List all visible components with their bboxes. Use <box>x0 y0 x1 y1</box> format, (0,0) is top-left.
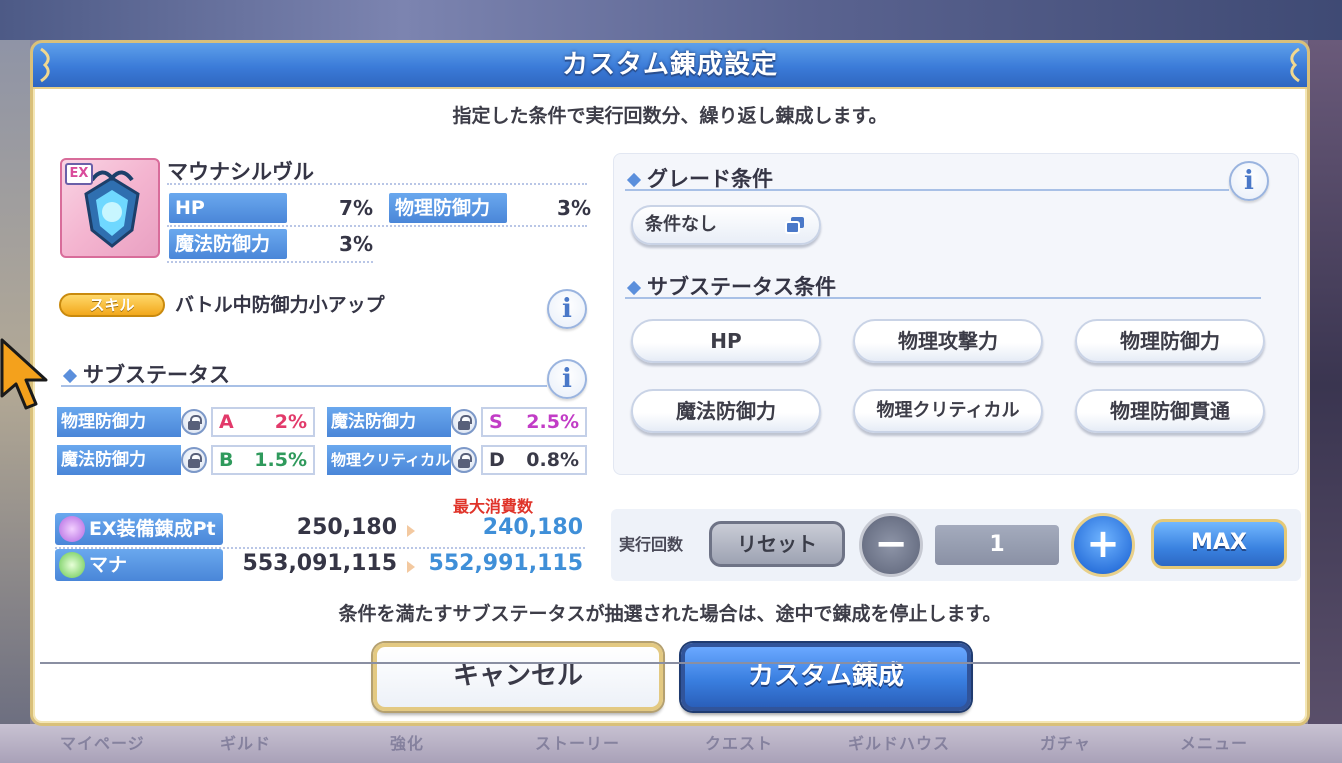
substat-label: 魔法防御力 <box>57 445 181 475</box>
max-consume-label: 最大消費数 <box>453 497 534 516</box>
substat-label: 魔法防御力 <box>327 407 451 437</box>
background-header <box>0 0 1342 40</box>
stat-value: 3% <box>339 232 373 256</box>
substat-value-box: S 2.5% <box>481 407 587 437</box>
substat-value: 1.5% <box>254 449 307 471</box>
dialog-header: カスタム錬成設定 <box>33 43 1307 89</box>
divider <box>625 189 1229 191</box>
custom-refine-button[interactable]: カスタム錬成 <box>681 643 971 711</box>
dialog-intro: 指定した条件で実行回数分、繰り返し錬成します。 <box>452 105 888 127</box>
popup-window-icon <box>785 217 804 234</box>
grade-condition-select[interactable]: 条件なし <box>631 205 821 245</box>
skill-tag: スキル <box>59 293 165 317</box>
divider <box>61 385 547 387</box>
substat-grade: S <box>489 411 503 433</box>
resource-after: 240,180 <box>482 515 583 540</box>
diamond-icon <box>626 280 642 296</box>
plus-icon: + <box>1086 521 1120 567</box>
resource-label: マナ <box>55 549 223 581</box>
bg-nav-item: マイページ <box>60 734 145 753</box>
divider <box>625 297 1261 299</box>
substat-value: 2.5% <box>526 411 579 433</box>
diamond-icon <box>626 172 642 188</box>
bg-nav-item: ストーリー <box>535 734 621 753</box>
substat-label: 物理防御力 <box>57 407 181 437</box>
video-progress-line <box>40 662 1300 664</box>
bg-nav-item: ガチャ <box>1040 734 1091 753</box>
equipment-name: マウナシルヴル <box>167 160 314 184</box>
substat-label: 物理クリティカル <box>327 445 451 475</box>
substats-info-button[interactable]: i <box>547 359 587 399</box>
increment-button[interactable]: + <box>1071 513 1135 577</box>
substat-value-box: D 0.8% <box>481 445 587 475</box>
condition-option-phys-crit[interactable]: 物理クリティカル <box>853 389 1043 433</box>
lock-icon[interactable] <box>451 447 477 473</box>
resource-current: 250,180 <box>296 515 397 540</box>
bg-nav-item: メニュー <box>1180 734 1249 753</box>
stat-label: 魔法防御力 <box>169 229 287 259</box>
substat-value: 0.8% <box>526 449 579 471</box>
stat-value: 3% <box>557 196 591 220</box>
cancel-button[interactable]: キャンセル <box>373 643 663 711</box>
execution-panel: 実行回数 リセット − 1 + MAX <box>611 509 1301 581</box>
max-button[interactable]: MAX <box>1151 519 1287 569</box>
lock-icon[interactable] <box>181 409 207 435</box>
stat-label: 物理防御力 <box>389 193 507 223</box>
grade-info-button[interactable]: i <box>1229 161 1269 201</box>
reset-button[interactable]: リセット <box>709 521 845 567</box>
condition-option-mag-def[interactable]: 魔法防御力 <box>631 389 821 433</box>
lock-icon[interactable] <box>451 409 477 435</box>
skill-description: バトル中防御力小アップ <box>175 294 385 316</box>
substat-grade: D <box>489 449 505 471</box>
resource-current: 553,091,115 <box>242 551 397 576</box>
substat-value: 2% <box>274 411 307 433</box>
divider <box>167 225 587 227</box>
condition-option-phys-atk[interactable]: 物理攻撃力 <box>853 319 1043 363</box>
substat-grade: B <box>219 449 234 471</box>
skill-info-button[interactable]: i <box>547 289 587 329</box>
background-right <box>1308 40 1342 730</box>
bg-nav-item: 強化 <box>390 734 425 753</box>
equipment-icon: EX <box>60 158 160 258</box>
background-nav-bar <box>0 724 1342 763</box>
stat-label: HP <box>169 193 287 223</box>
decrement-button[interactable]: − <box>859 513 923 577</box>
substat-value-box: A 2% <box>211 407 315 437</box>
mouse-cursor-icon <box>0 338 48 410</box>
resource-label: EX装備錬成Pt <box>55 513 223 545</box>
execution-count-label: 実行回数 <box>619 535 684 554</box>
execution-count-input[interactable]: 1 <box>935 525 1059 565</box>
divider <box>167 261 373 263</box>
condition-option-phys-pen[interactable]: 物理防御貫通 <box>1075 389 1265 433</box>
ex-pt-icon <box>59 516 85 542</box>
condition-option-phys-def[interactable]: 物理防御力 <box>1075 319 1265 363</box>
stop-notice: 条件を満たすサブステータスが抽選された場合は、途中で錬成を停止します。 <box>338 603 1002 625</box>
dialog-title: カスタム錬成設定 <box>561 50 778 80</box>
substat-value-box: B 1.5% <box>211 445 315 475</box>
custom-refine-dialog: カスタム錬成設定 指定した条件で実行回数分、繰り返し錬成します。 EX マウナシ… <box>30 40 1310 726</box>
grade-condition-value: 条件なし <box>645 214 717 235</box>
bg-nav-item: クエスト <box>705 734 774 753</box>
bg-nav-item: ギルド <box>220 734 272 753</box>
mana-icon <box>59 552 85 578</box>
stat-value: 7% <box>339 196 373 220</box>
substat-grade: A <box>219 411 234 433</box>
bg-nav-item: ギルドハウス <box>848 734 951 753</box>
divider <box>167 183 587 185</box>
minus-icon: − <box>874 521 908 567</box>
diamond-icon <box>62 368 78 384</box>
ex-badge: EX <box>65 163 93 185</box>
condition-option-hp[interactable]: HP <box>631 319 821 363</box>
resource-after: 552,991,115 <box>428 551 583 576</box>
lock-icon[interactable] <box>181 447 207 473</box>
